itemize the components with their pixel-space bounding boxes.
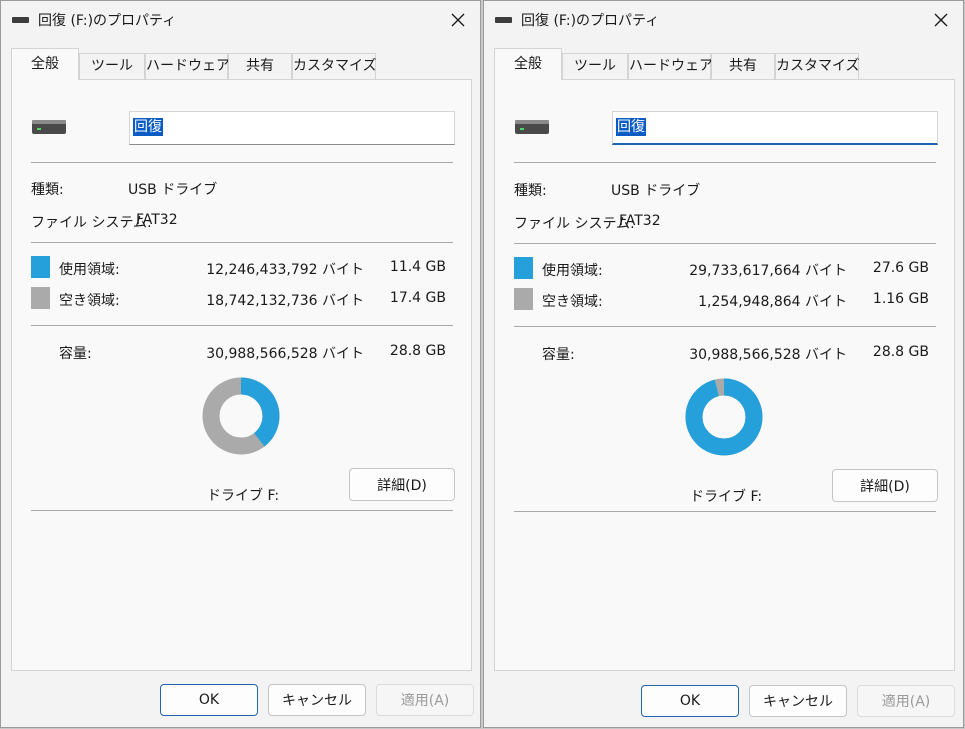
volume-name-input[interactable]: 回復 [612,111,938,145]
volume-name-text: 回復 [616,118,646,136]
tab-customize[interactable]: カスタマイズ [292,53,377,79]
details-button[interactable]: 詳細(D) [349,468,455,501]
free-space-label: 空き領域: [542,294,603,310]
free-space-label: 空き領域: [59,293,120,309]
type-label: 種類: [31,182,64,198]
capacity-size: 28.8 GB [389,343,446,359]
drive-title-icon [495,17,512,23]
usb-drive-icon [32,120,66,134]
capacity-label: 容量: [542,347,575,363]
separator [31,325,453,326]
donut-used-segment [685,378,763,456]
free-space-swatch [514,288,533,310]
used-space-bytes: 12,246,433,792 バイト [206,262,364,278]
usb-drive-icon [515,120,549,134]
capacity-bytes: 30,988,566,528 バイト [206,346,364,362]
general-panel: 回復 種類: USB ドライブ ファイル システム: FAT32 使用領域: 1… [11,79,472,671]
free-space-swatch [31,287,50,309]
properties-dialog-right: 回復 (F:)のプロパティ 全般 ツール ハードウェア 共有 カスタマイズ 回復 [483,0,964,728]
apply-button[interactable]: 適用(A) [857,685,955,717]
file-system-value: FAT32 [619,213,661,229]
tab-tools[interactable]: ツール [79,53,145,79]
tab-tools[interactable]: ツール [562,53,628,79]
type-value: USB ドライブ [611,183,701,199]
file-system-label: ファイル システム: [31,215,152,231]
volume-name-input[interactable]: 回復 [129,111,455,145]
close-icon[interactable] [442,5,474,35]
tab-general[interactable]: 全般 [494,48,562,80]
used-space-size: 27.6 GB [872,260,929,276]
capacity-size: 28.8 GB [872,344,929,360]
usage-donut-chart [685,378,763,456]
close-icon[interactable] [925,5,957,35]
separator [31,510,453,511]
used-space-label: 使用領域: [542,263,603,279]
tab-general[interactable]: 全般 [11,48,79,80]
separator [514,511,936,512]
tab-customize[interactable]: カスタマイズ [775,53,860,79]
free-space-bytes: 18,742,132,736 バイト [206,293,364,309]
tab-hardware[interactable]: ハードウェア [628,53,713,79]
cancel-button[interactable]: キャンセル [268,684,366,716]
apply-button[interactable]: 適用(A) [376,684,474,716]
file-system-label: ファイル システム: [514,216,635,232]
free-space-size: 1.16 GB [872,291,929,307]
free-space-size: 17.4 GB [389,290,446,306]
used-space-label: 使用領域: [59,262,120,278]
capacity-bytes: 30,988,566,528 バイト [689,347,847,363]
separator [31,162,453,163]
tab-hardware[interactable]: ハードウェア [145,53,230,79]
separator [514,326,936,327]
title-bar: 回復 (F:)のプロパティ [1,1,480,39]
used-space-swatch [31,256,50,278]
tab-sharing[interactable]: 共有 [228,53,292,79]
free-space-bytes: 1,254,948,864 バイト [698,294,847,310]
window-title: 回復 (F:)のプロパティ [38,13,177,29]
usage-donut-chart [202,377,280,455]
volume-name-text: 回復 [133,118,163,136]
screenshot-stage: 回復 (F:)のプロパティ 全般 ツール ハードウェア 共有 カスタマイズ 回復 [0,0,965,729]
tab-sharing[interactable]: 共有 [711,53,775,79]
ok-button[interactable]: OK [160,684,258,716]
file-system-value: FAT32 [136,212,178,228]
type-value: USB ドライブ [128,182,218,198]
type-label: 種類: [514,183,547,199]
properties-dialog-left: 回復 (F:)のプロパティ 全般 ツール ハードウェア 共有 カスタマイズ 回復 [0,0,481,728]
drive-title-icon [12,17,29,23]
used-space-swatch [514,257,533,279]
separator [514,243,936,244]
general-panel: 回復 種類: USB ドライブ ファイル システム: FAT32 使用領域: 2… [494,79,955,671]
title-bar: 回復 (F:)のプロパティ [484,1,963,39]
window-title: 回復 (F:)のプロパティ [521,13,660,29]
used-space-bytes: 29,733,617,664 バイト [689,263,847,279]
used-space-size: 11.4 GB [389,259,446,275]
ok-button[interactable]: OK [641,685,739,717]
separator [31,242,453,243]
details-button[interactable]: 詳細(D) [832,469,938,502]
drive-letter-label: ドライブ F: [690,489,763,505]
drive-letter-label: ドライブ F: [207,488,280,504]
cancel-button[interactable]: キャンセル [749,685,847,717]
capacity-label: 容量: [59,346,92,362]
separator [514,162,936,163]
